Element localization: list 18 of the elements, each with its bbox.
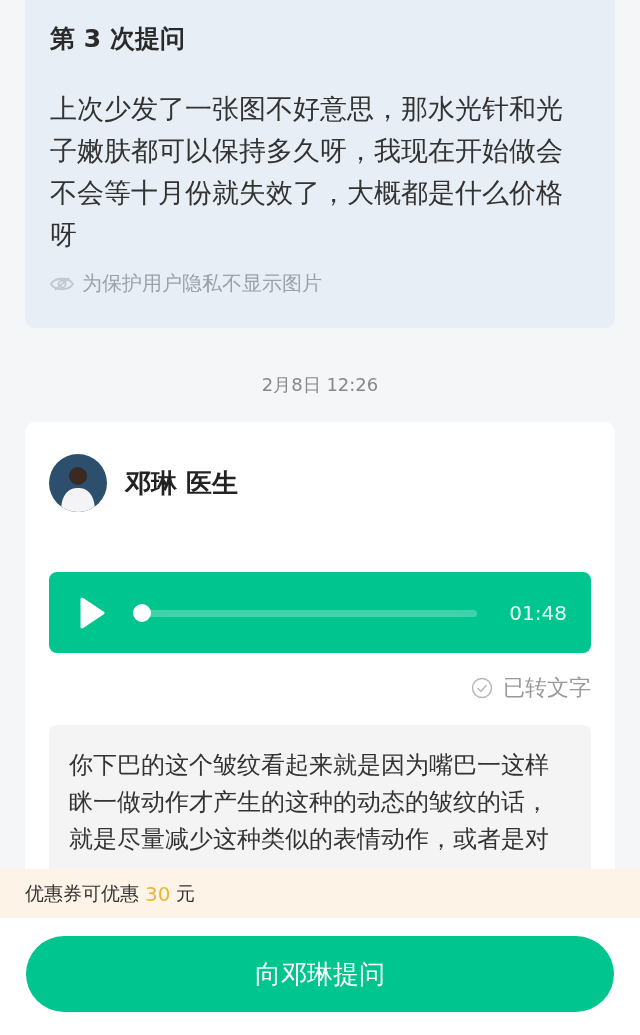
transcript-text: 你下巴的这个皱纹看起来就是因为嘴巴一这样眯一做动作才产生的这种的动态的皱纹的话，就是尽量减少这种类似的表情动作，或者是对 [69, 750, 550, 855]
duration: 01:48 [509, 600, 567, 625]
question-text: 上次少发了一张图不好意思，那水光针和光子嫩肤都可以保持多久呀，我现在开始做会不会等十月份就失效了，大概都是什么价格呀 [50, 92, 564, 252]
coupon-amount: 30 [145, 881, 171, 906]
coupon-text: 优惠券可优惠 [25, 880, 139, 906]
coupon-unit: 元 [176, 880, 196, 906]
play-icon[interactable] [79, 596, 105, 629]
avatar [49, 454, 107, 512]
question-title: 第 3 次提问 [50, 23, 186, 55]
hidden-eye-icon [50, 275, 74, 292]
progress-thumb[interactable] [133, 603, 151, 622]
timestamp: 2月8日 12:26 [260, 374, 380, 396]
privacy-note: 为保护用户隐私不显示图片 [82, 270, 322, 297]
doctor-name: 邓琳 医生 [125, 466, 239, 500]
voice-message[interactable]: 01:48 [49, 572, 591, 653]
check-circle-icon [471, 677, 493, 699]
ask-button[interactable]: 向邓琳提问 [26, 936, 614, 1012]
transcribed-label: 已转文字 [503, 674, 591, 702]
